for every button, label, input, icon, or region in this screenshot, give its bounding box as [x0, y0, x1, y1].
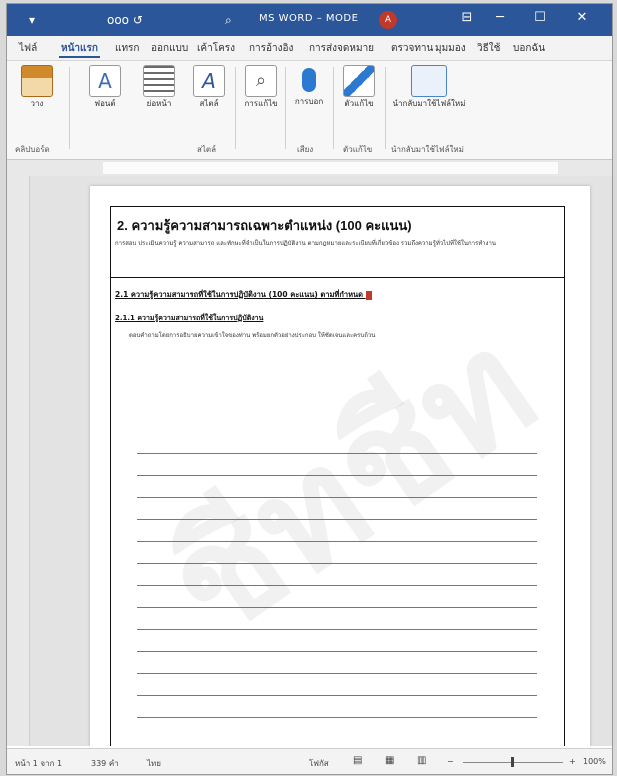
ribbon-display-icon[interactable]: ⊟ — [452, 10, 482, 25]
zoom-level[interactable]: 100% — [583, 757, 606, 766]
group-label-clipboard: คลิปบอร์ด — [15, 145, 50, 154]
intro-paragraph: การสอบ ประเมินความรู้ ความสามารถ และทักษ… — [115, 240, 496, 247]
answer-line[interactable] — [137, 563, 537, 564]
editing-button[interactable]: ⌕ การแก้ไข — [241, 65, 281, 109]
answer-line[interactable] — [137, 629, 537, 630]
subsection-title: 2.1 ความรู้ความสามารถที่ใช้ในการปฏิบัติง… — [115, 289, 372, 301]
answer-line[interactable] — [137, 585, 537, 586]
ribbon: วาง A ฟอนต์ ย่อหน้า A สไตล์ ⌕ การแก้ไข ก… — [7, 61, 612, 160]
microphone-icon — [302, 68, 316, 92]
spelling-error-mark — [365, 290, 372, 300]
answer-line[interactable] — [137, 497, 537, 498]
styles-button[interactable]: A สไตล์ — [187, 65, 231, 109]
group-separator — [285, 67, 286, 149]
group-label-voice: เสียง — [297, 145, 314, 154]
group-separator — [385, 67, 386, 149]
tab-layout[interactable]: เค้าโครง — [195, 41, 237, 56]
group-separator — [333, 67, 334, 149]
subsection-subtitle: 2.1.1 ความรู้ความสามารถที่ใช้ในการปฏิบัต… — [115, 314, 264, 322]
word-count[interactable]: 339 คำ — [91, 757, 119, 770]
font-icon: A — [89, 65, 121, 97]
ruler-active-area — [103, 162, 558, 174]
group-separator — [235, 67, 236, 149]
tab-review[interactable]: ตรวจทาน — [389, 41, 435, 56]
status-bar: หน้า 1 จาก 1 339 คำ ไทย โฟกัส ▤ ▦ ▥ − + … — [7, 748, 612, 774]
maximize-button[interactable]: ☐ — [525, 10, 555, 25]
tab-mailings[interactable]: การส่งจดหมาย — [307, 41, 376, 56]
answer-line[interactable] — [137, 695, 537, 696]
answer-line[interactable] — [137, 607, 537, 608]
answer-line[interactable] — [137, 475, 537, 476]
avatar[interactable]: A — [379, 11, 397, 29]
page-count[interactable]: หน้า 1 จาก 1 — [15, 757, 62, 770]
document-page[interactable]: 2. ความรู้ความสามารถเฉพาะตำแหน่ง (100 คะ… — [90, 186, 590, 746]
tab-insert[interactable]: แทรก — [113, 41, 141, 56]
reuse-files-button[interactable]: นำกลับมาใช้ไฟล์ใหม่ — [391, 65, 467, 109]
tab-home[interactable]: หน้าแรก — [59, 41, 100, 58]
print-layout-icon[interactable]: ▦ — [385, 755, 394, 766]
answer-line[interactable] — [137, 673, 537, 674]
paragraph-icon — [143, 65, 175, 97]
tab-tell-me[interactable]: บอกฉัน — [511, 41, 547, 56]
answer-line[interactable] — [137, 453, 537, 454]
group-label-reuse: นำกลับมาใช้ไฟล์ใหม่ — [391, 145, 464, 154]
focus-mode-button[interactable]: โฟกัส — [309, 757, 329, 770]
quick-access-dropdown[interactable]: ▾ — [29, 13, 35, 27]
zoom-out-icon[interactable]: − — [447, 757, 454, 766]
tab-references[interactable]: การอ้างอิง — [247, 41, 295, 56]
close-button[interactable]: ✕ — [567, 10, 597, 25]
language-indicator[interactable]: ไทย — [147, 757, 161, 770]
editor-icon — [343, 65, 375, 97]
reuse-files-icon — [411, 65, 447, 97]
group-separator — [69, 67, 70, 149]
minimize-button[interactable]: ─ — [485, 10, 515, 25]
tab-design[interactable]: ออกแบบ — [149, 41, 190, 56]
divider — [111, 277, 564, 278]
tab-file[interactable]: ไฟล์ — [17, 41, 39, 56]
styles-icon: A — [193, 65, 225, 97]
font-button[interactable]: A ฟอนต์ — [83, 65, 127, 109]
answer-line[interactable] — [137, 541, 537, 542]
dictate-button[interactable]: การบอก — [291, 65, 327, 107]
tab-view[interactable]: มุมมอง — [433, 41, 468, 56]
web-layout-icon[interactable]: ▥ — [417, 755, 426, 766]
answer-line[interactable] — [137, 519, 537, 520]
paragraph-button[interactable]: ย่อหน้า — [137, 65, 181, 109]
find-icon: ⌕ — [245, 65, 277, 97]
horizontal-ruler[interactable] — [7, 160, 612, 177]
read-mode-icon[interactable]: ▤ — [353, 755, 362, 766]
zoom-slider-thumb[interactable] — [511, 757, 514, 767]
document-canvas: 2. ความรู้ความสามารถเฉพาะตำแหน่ง (100 คะ… — [30, 176, 612, 746]
zoom-in-icon[interactable]: + — [569, 757, 576, 766]
search-icon[interactable]: ⌕ — [225, 13, 232, 28]
section-heading: 2. ความรู้ความสามารถเฉพาะตำแหน่ง (100 คะ… — [117, 218, 412, 233]
answer-frame: 2. ความรู้ความสามารถเฉพาะตำแหน่ง (100 คะ… — [110, 206, 565, 746]
word-window: ▾ ooo ↺ ⌕ MS WORD – MODE A ⊟ ─ ☐ ✕ ไฟล์ … — [6, 3, 613, 775]
answer-line[interactable] — [137, 717, 537, 718]
title-bar: ▾ ooo ↺ ⌕ MS WORD – MODE A ⊟ ─ ☐ ✕ — [7, 4, 612, 36]
answer-line[interactable] — [137, 651, 537, 652]
editor-button[interactable]: ตัวแก้ไข — [339, 65, 379, 109]
group-label-editor: ตัวแก้ไข — [343, 145, 373, 154]
vertical-ruler[interactable] — [7, 176, 30, 746]
body-paragraph: ตอบคำถามโดยการอธิบายความเข้าใจของท่าน พร… — [129, 332, 376, 339]
paste-button[interactable]: วาง — [15, 65, 59, 109]
ribbon-tabs: ไฟล์ หน้าแรก แทรก ออกแบบ เค้าโครง การอ้า… — [7, 36, 612, 61]
document-title: MS WORD – MODE — [259, 13, 359, 24]
paste-icon — [21, 65, 53, 97]
group-label-styles: สไตล์ — [197, 145, 217, 154]
quick-access-toolbar[interactable]: ooo ↺ — [107, 13, 143, 27]
tab-help[interactable]: วิธีใช้ — [475, 41, 502, 56]
